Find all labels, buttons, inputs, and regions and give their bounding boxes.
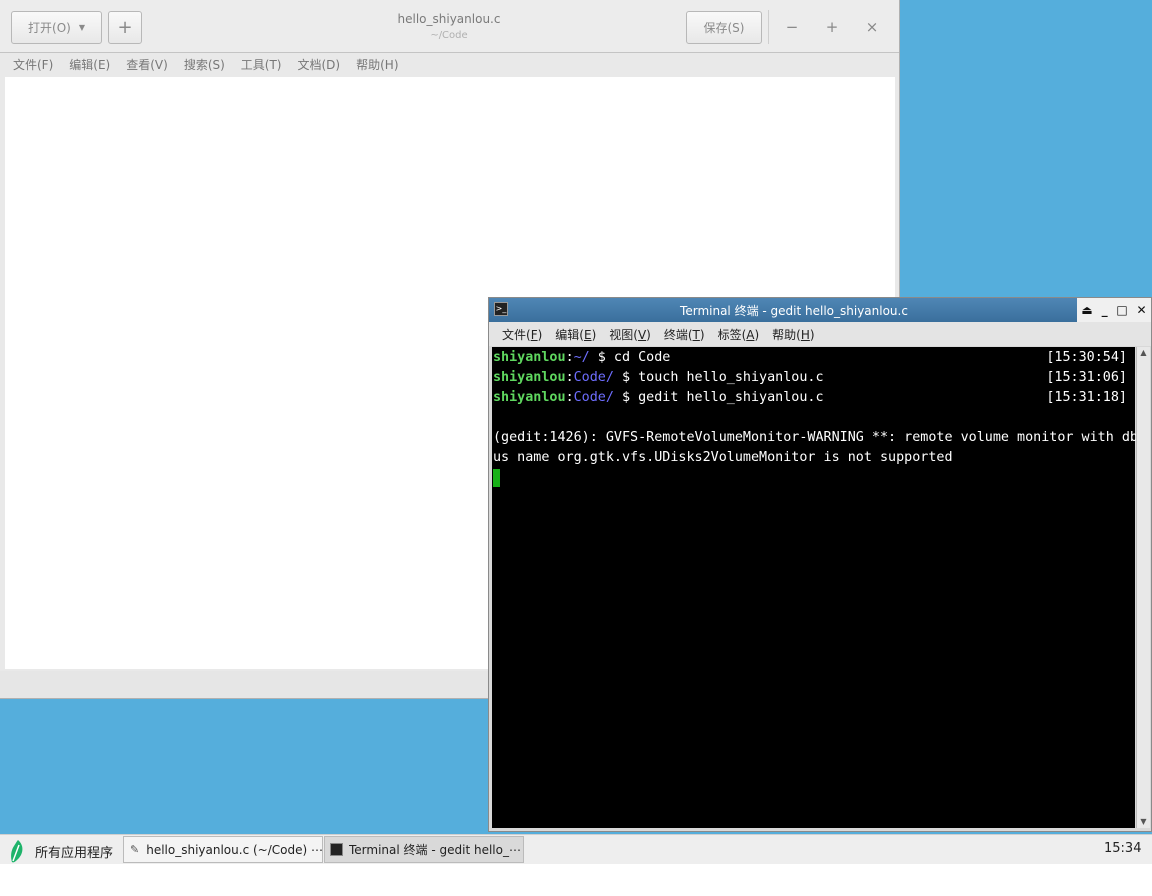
warning-line: (gedit:1426): GVFS-RemoteVolumeMonitor-W…: [493, 430, 1138, 445]
maximize-button[interactable]: +: [821, 16, 843, 38]
open-button-label: 打开(O): [28, 21, 71, 35]
scroll-down-icon[interactable]: ▼: [1137, 816, 1150, 828]
menu-tools[interactable]: 工具(T): [241, 56, 282, 73]
scroll-up-icon[interactable]: ▲: [1137, 347, 1150, 359]
menu-help[interactable]: 帮助(H): [356, 56, 398, 73]
save-button[interactable]: 保存(S): [686, 11, 762, 44]
minimize-icon[interactable]: _: [1102, 303, 1108, 317]
window-title: hello_shiyanlou.c: [397, 12, 501, 26]
terminal-scrollbar[interactable]: ▲ ▼: [1136, 347, 1150, 828]
taskbar: 所有应用程序 ✎ hello_shiyanlou.c (~/Code) ⋯ Te…: [0, 834, 1152, 865]
menu-edit[interactable]: 编辑(E): [69, 56, 110, 73]
timestamp: [15:31:06]: [1046, 370, 1127, 385]
new-tab-button[interactable]: +: [108, 11, 142, 44]
taskbar-item-gedit[interactable]: ✎ hello_shiyanlou.c (~/Code) ⋯: [123, 836, 323, 863]
gedit-headerbar: 打开(O) ▼ + hello_shiyanlou.c ~/Code 保存(S)…: [0, 0, 899, 53]
terminal-line: shiyanlou:Code/ $ gedit hello_shiyanlou.…: [493, 390, 824, 405]
terminal-titlebar[interactable]: >_ Terminal 终端 - gedit hello_shiyanlou.c…: [489, 298, 1151, 322]
close-icon[interactable]: ✕: [1137, 303, 1147, 317]
taskbar-item-terminal[interactable]: Terminal 终端 - gedit hello_⋯: [324, 836, 524, 863]
close-button[interactable]: ×: [861, 16, 883, 38]
clock[interactable]: 15:34: [1104, 841, 1141, 856]
taskbar-item-label: Terminal 终端 - gedit hello_⋯: [349, 843, 521, 857]
terminal-screen[interactable]: shiyanlou:~/ $ cd Code [15:30:54] shiyan…: [492, 347, 1138, 828]
terminal-title: Terminal 终端 - gedit hello_shiyanlou.c: [680, 304, 908, 318]
window-subtitle: ~/Code: [430, 30, 468, 41]
leaf-logo-icon: [11, 840, 23, 863]
terminal-window: >_ Terminal 终端 - gedit hello_shiyanlou.c…: [488, 297, 1152, 832]
apps-menu-label: 所有应用程序: [35, 846, 114, 861]
warning-line: us name org.gtk.vfs.UDisks2VolumeMonitor…: [493, 450, 953, 465]
terminal-line: shiyanlou:~/ $ cd Code: [493, 350, 671, 365]
terminal-menu-view[interactable]: 视图(V): [609, 326, 651, 343]
menu-view[interactable]: 查看(V): [126, 56, 168, 73]
bottom-strip: [0, 864, 1152, 896]
menu-file[interactable]: 文件(F): [13, 56, 53, 73]
terminal-menu-terminal[interactable]: 终端(T): [664, 326, 705, 343]
terminal-menu-tabs[interactable]: 标签(A): [718, 326, 760, 343]
terminal-menu-file[interactable]: 文件(F): [502, 326, 542, 343]
header-divider: [768, 10, 769, 44]
terminal-window-controls: ⏏ _ □ ✕: [1077, 298, 1151, 322]
timestamp: [15:30:54]: [1046, 350, 1127, 365]
gedit-menubar: 文件(F) 编辑(E) 查看(V) 搜索(S) 工具(T) 文档(D) 帮助(H…: [0, 53, 899, 76]
terminal-icon: >_: [494, 302, 508, 316]
menu-documents[interactable]: 文档(D): [298, 56, 341, 73]
timestamp: [15:31:18]: [1046, 390, 1127, 405]
terminal-menu-edit[interactable]: 编辑(E): [555, 326, 596, 343]
open-button[interactable]: 打开(O) ▼: [11, 11, 102, 44]
shade-icon[interactable]: ⏏: [1081, 303, 1092, 317]
chevron-down-icon: ▼: [78, 23, 85, 32]
terminal-line: shiyanlou:Code/ $ touch hello_shiyanlou.…: [493, 370, 824, 385]
taskbar-item-label: hello_shiyanlou.c (~/Code) ⋯: [146, 842, 322, 857]
text-cursor: [493, 469, 500, 487]
menu-search[interactable]: 搜索(S): [184, 56, 225, 73]
minimize-button[interactable]: −: [781, 16, 803, 38]
maximize-icon[interactable]: □: [1116, 303, 1127, 317]
terminal-menu-help[interactable]: 帮助(H): [772, 326, 814, 343]
terminal-menubar: 文件(F) 编辑(E) 视图(V) 终端(T) 标签(A) 帮助(H): [489, 322, 1151, 346]
text-editor-icon: ✎: [130, 843, 140, 856]
terminal-icon: [330, 843, 343, 856]
